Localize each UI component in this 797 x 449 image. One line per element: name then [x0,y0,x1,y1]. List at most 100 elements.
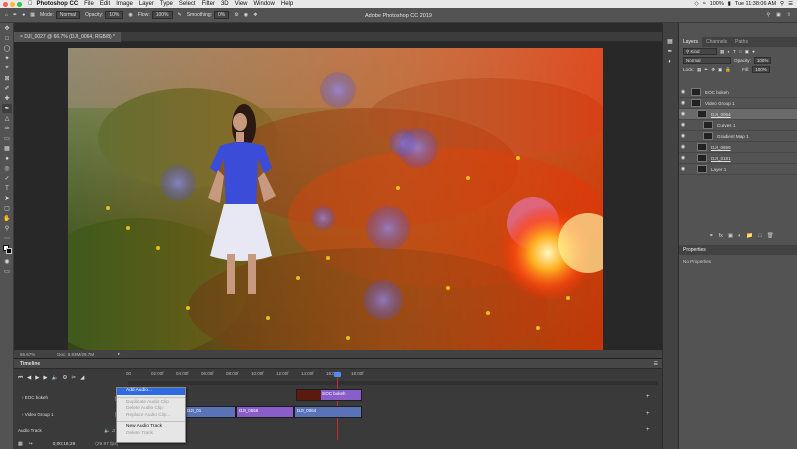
visibility-eye-icon[interactable]: ◉ [679,155,687,161]
lock-all-icon[interactable]: 🔒 [725,67,731,73]
layer-thumbnail[interactable] [703,132,713,140]
minimize-window-icon[interactable] [10,1,15,7]
crop-tool-icon[interactable]: ⌖ [2,64,12,73]
render-video-icon[interactable]: ↪ [29,442,33,447]
layer-name[interactable]: DJI_0181 [711,156,731,161]
visibility-eye-icon[interactable]: ◉ [679,133,687,139]
dodge-tool-icon[interactable]: ◎ [2,164,12,173]
clock[interactable]: Tue 11:38:06 AM [735,1,776,7]
split-at-playhead-icon[interactable]: ✂ [71,375,76,381]
filter-shape-icon[interactable]: □ [739,49,742,54]
workspace-icon[interactable]: ▣ [776,12,781,18]
layer-row[interactable]: ◉ Curves 1 [679,120,797,131]
pressure-opacity-icon[interactable]: ◉ [128,12,132,18]
document-tab[interactable]: × DJI_0027 @ 66.7% (DJI_0064, RGB/8) * [14,32,121,42]
audio-mute-icon[interactable]: 🔈 ♫ [104,428,115,434]
healing-brush-tool-icon[interactable]: ✚ [2,94,12,103]
layer-row[interactable]: ◉ Layer 1 [679,164,797,175]
visibility-eye-icon[interactable]: ◉ [679,89,687,95]
layer-thumbnail[interactable] [697,165,707,173]
menu-file[interactable]: File [84,1,94,7]
smoothing-field[interactable]: 0% [214,11,230,19]
brush-settings-icon[interactable]: ▦ [30,12,35,18]
layer-row[interactable]: ◉ DJI_0181 [679,153,797,164]
history-brush-tool-icon[interactable]: ✑ [2,124,12,133]
menu-help[interactable]: Help [281,1,293,7]
zoom-tool-icon[interactable]: ⚲ [2,224,12,233]
convert-to-frame-animation-icon[interactable]: ▦ [18,442,23,447]
dropbox-icon[interactable]: ◇ [694,1,698,7]
wifi-icon[interactable]: ≈ [703,1,706,7]
lasso-tool-icon[interactable]: ◯ [2,44,12,53]
gradient-tool-icon[interactable]: ▦ [2,144,12,153]
flow-field[interactable]: 100% [151,11,173,19]
lock-transparent-icon[interactable]: ▦ [697,67,701,73]
layer-style-icon[interactable]: fx [719,233,723,239]
transition-icon[interactable]: ◢ [80,375,84,381]
layer-name[interactable]: Layer 1 [711,167,726,172]
menu-list-icon[interactable]: ☰ [788,1,793,7]
add-media-icon[interactable]: + [646,394,650,400]
layer-name[interactable]: Video Group 1 [705,101,735,106]
layer-name[interactable]: EOC bokeh [705,90,729,95]
status-menu-icon[interactable]: ▸ [118,351,120,357]
delete-layer-icon[interactable]: 🗑 [767,233,774,239]
menu-filter[interactable]: Filter [202,1,215,7]
add-media-icon[interactable]: + [646,427,650,433]
filter-toggle-icon[interactable]: ● [752,49,755,54]
layer-thumbnail[interactable] [691,88,701,96]
zoom-window-icon[interactable] [17,1,22,7]
layer-row[interactable]: ◉ DJI_0656 [679,142,797,153]
search-icon[interactable]: ⚲ [780,1,784,7]
go-to-first-frame-icon[interactable]: ⏮ [18,375,23,382]
filter-smart-icon[interactable]: ▣ [745,49,749,55]
history-panel-icon[interactable]: ▦ [665,37,675,46]
path-select-tool-icon[interactable]: ➤ [2,194,12,203]
menu-type[interactable]: Type [160,1,173,7]
document-canvas[interactable] [68,48,603,350]
layer-thumbnail[interactable] [697,143,707,151]
menu-layer[interactable]: Layer [139,1,154,7]
share-icon[interactable]: ⇧ [787,12,791,18]
pressure-size-icon[interactable]: ◉ [244,12,248,18]
timeline-gear-icon[interactable]: ⚙ [63,375,68,381]
current-timecode[interactable]: 0;00;16;29 [53,442,76,447]
symmetry-icon[interactable]: ❖ [253,12,257,18]
menu-view[interactable]: View [235,1,248,7]
airbrush-icon[interactable]: ✎ [178,12,182,18]
clone-stamp-tool-icon[interactable]: △ [2,114,12,123]
timeline-clip[interactable]: EOC bokeh [296,389,362,401]
visibility-eye-icon[interactable]: ◉ [679,144,687,150]
layer-name[interactable]: Gradient Map 1 [717,134,749,139]
add-media-icon[interactable]: + [646,411,650,417]
filter-type-icon[interactable]: T [733,49,736,54]
track-label-video-group[interactable]: › Video Group 1 [22,412,54,417]
new-adjustment-layer-icon[interactable]: ◐ [738,233,741,239]
layer-row[interactable]: ◉ DJI_0064 [679,109,797,120]
visibility-eye-icon[interactable]: ◉ [679,100,687,106]
layer-row[interactable]: ◉ Video Group 1 [679,98,797,109]
eraser-tool-icon[interactable]: ▭ [2,134,12,143]
timeline-clip[interactable]: DJI_01 [184,406,236,418]
play-icon[interactable]: ▶ [35,375,39,381]
visibility-eye-icon[interactable]: ◉ [679,166,687,172]
panel-menu-icon[interactable]: ☰ [654,361,658,367]
app-menu[interactable]: Photoshop CC [37,1,79,7]
layer-name[interactable]: DJI_0064 [711,112,731,117]
menu-3d[interactable]: 3D [221,1,229,7]
close-window-icon[interactable] [3,1,8,7]
edit-toolbar-icon[interactable]: ⋯ [2,234,12,243]
tab-paths[interactable]: Paths [731,37,752,47]
properties-panel-title[interactable]: Properties [679,245,797,255]
filter-pixel-icon[interactable]: ▦ [720,49,724,55]
layer-thumbnail[interactable] [697,154,707,162]
lock-artboard-icon[interactable]: ▣ [718,67,722,73]
menu-window[interactable]: Window [254,1,275,7]
battery-icon[interactable]: ▮ [728,1,731,7]
layer-opacity-field[interactable]: 100% [753,57,772,64]
color-swatches[interactable] [2,244,12,256]
brush-tool-preset-icon[interactable]: ✒ [13,12,17,18]
layer-row[interactable]: ◉ EOC bokeh [679,87,797,98]
rectangle-tool-icon[interactable]: ▢ [2,204,12,213]
new-group-icon[interactable]: 📁 [746,233,753,239]
